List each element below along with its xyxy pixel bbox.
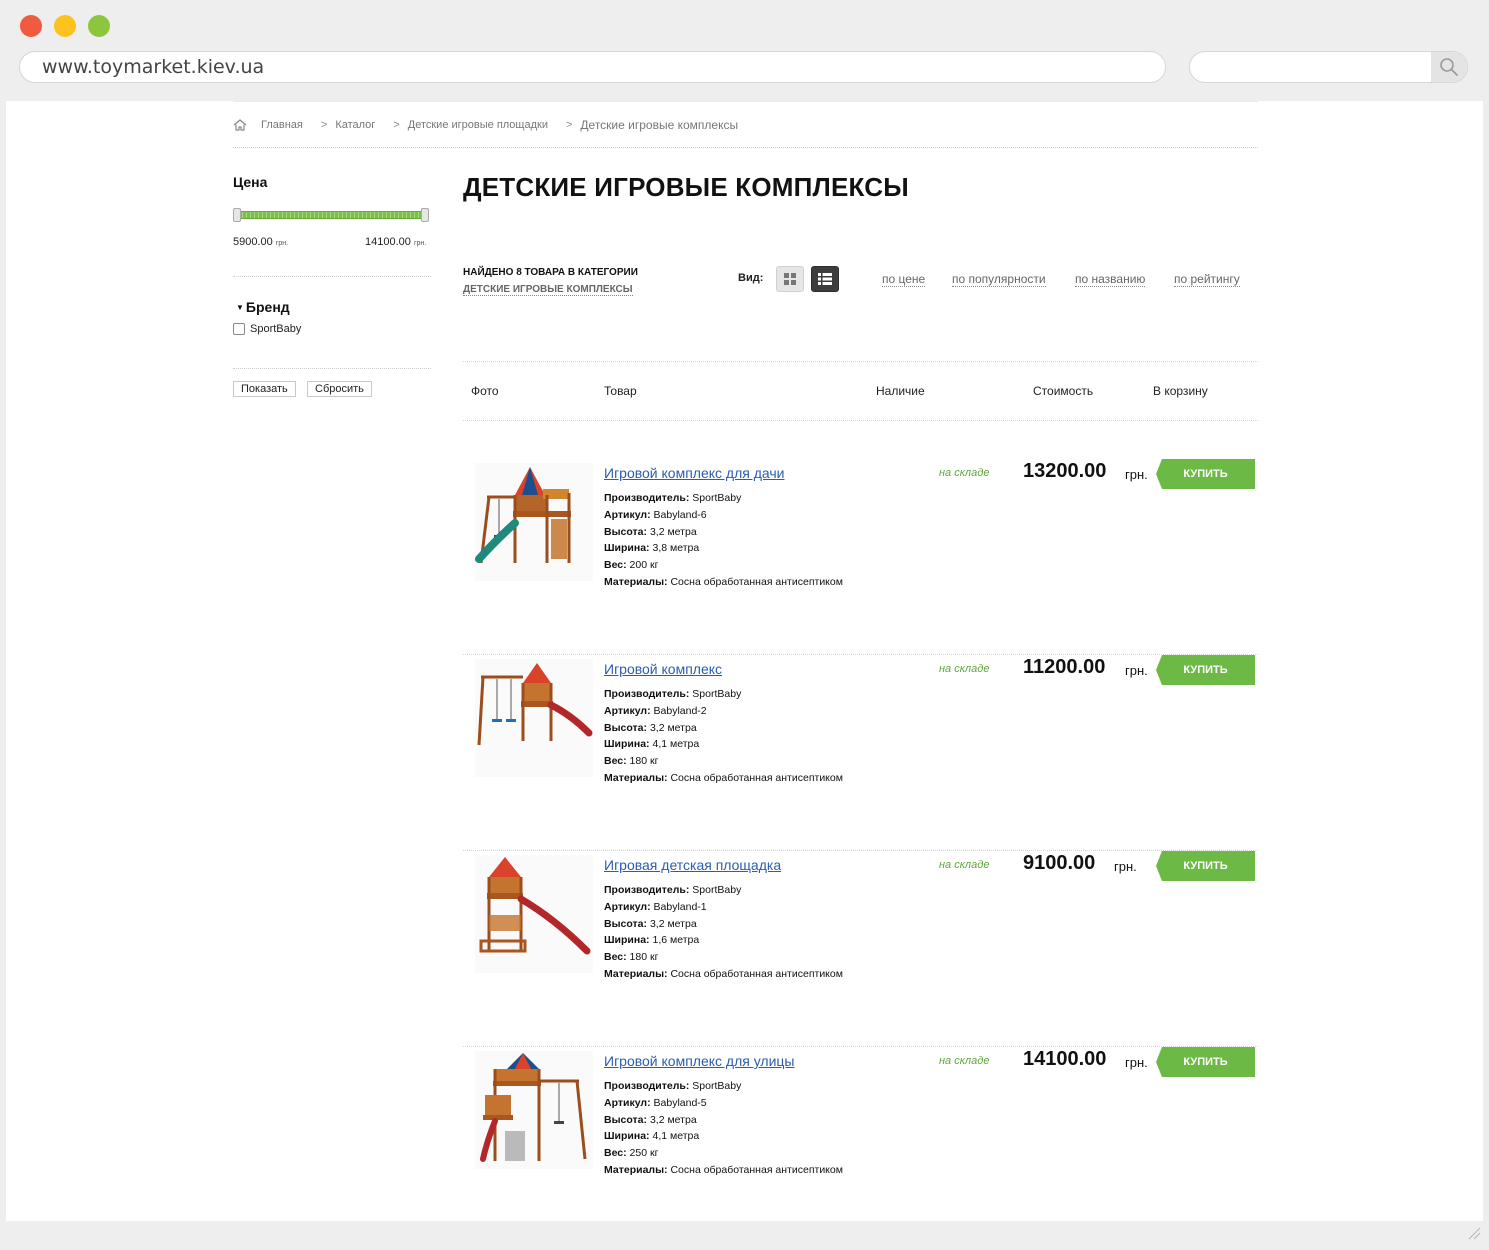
home-icon[interactable] <box>233 119 247 131</box>
table-header-divider <box>463 420 1258 421</box>
product-specs: Производитель: SportBaby Артикул: Babyla… <box>604 688 843 784</box>
brand-filter-title[interactable]: ▼ Бренд <box>236 299 290 315</box>
column-header-product: Товар <box>604 384 637 398</box>
sort-by-popularity[interactable]: по популярности <box>952 272 1046 287</box>
price-filter-title: Цена <box>233 174 268 190</box>
stock-status: на складе <box>939 663 990 675</box>
price-min-handle[interactable] <box>233 208 241 222</box>
product-image[interactable] <box>475 855 593 973</box>
product-row: Игровой комплекс для дачи Производитель:… <box>463 459 1258 655</box>
product-image[interactable] <box>475 659 593 777</box>
product-name-link[interactable]: Игровой комплекс для улицы <box>604 1053 795 1069</box>
breadcrumb-separator: > <box>320 119 328 131</box>
minimize-window-button[interactable] <box>54 15 76 37</box>
price-currency: грн. <box>1125 663 1148 678</box>
stock-status: на складе <box>939 1055 990 1067</box>
product-specs: Производитель: SportBaby Артикул: Babyla… <box>604 1080 843 1176</box>
stock-status: на складе <box>939 467 990 479</box>
product-row: Игровой комплекс Производитель: SportBab… <box>463 655 1258 851</box>
product-price: 14100.00 <box>1023 1048 1107 1070</box>
show-button[interactable]: Показать <box>233 381 296 397</box>
window-controls <box>20 15 110 37</box>
top-divider <box>233 101 1258 102</box>
brand-checkbox[interactable] <box>233 323 245 335</box>
page-content: Главная > Каталог > Детские игровые площ… <box>233 101 1258 1221</box>
found-category-link[interactable]: ДЕТСКИЕ ИГРОВЫЕ КОМПЛЕКСЫ <box>463 284 633 296</box>
buy-button[interactable]: КУПИТЬ <box>1156 459 1255 489</box>
close-window-button[interactable] <box>20 15 42 37</box>
price-max-value: 14100.00 грн. <box>365 236 427 248</box>
search-button[interactable] <box>1431 52 1467 82</box>
browser-search-field[interactable] <box>1189 51 1468 83</box>
resize-grip-icon[interactable] <box>1467 1226 1481 1240</box>
product-name-link[interactable]: Игровой комплекс для дачи <box>604 465 785 481</box>
product-name-link[interactable]: Игровая детская площадка <box>604 857 781 873</box>
list-icon <box>818 273 832 285</box>
buy-button[interactable]: КУПИТЬ <box>1156 1047 1255 1077</box>
view-label: Вид: <box>738 272 764 284</box>
product-image[interactable] <box>475 463 593 581</box>
product-specs: Производитель: SportBaby Артикул: Babyla… <box>604 884 843 980</box>
grid-view-button[interactable] <box>776 266 804 292</box>
breadcrumb-home[interactable]: Главная <box>261 119 303 131</box>
sidebar-divider <box>233 276 431 277</box>
column-header-cart: В корзину <box>1153 384 1208 398</box>
breadcrumb-catalog[interactable]: Каталог <box>335 119 375 131</box>
stock-status: на складе <box>939 859 990 871</box>
breadcrumb-playgrounds[interactable]: Детские игровые площадки <box>408 119 548 131</box>
breadcrumb-separator: > <box>565 119 573 131</box>
product-row: Игровая детская площадка Производитель: … <box>463 851 1258 1047</box>
product-price: 11200.00 <box>1023 656 1106 678</box>
price-currency: грн. <box>1125 1055 1148 1070</box>
price-max-handle[interactable] <box>421 208 429 222</box>
brand-option-label: SportBaby <box>250 323 302 335</box>
brand-option-sportbaby[interactable]: SportBaby <box>233 323 301 335</box>
sidebar-divider <box>233 368 431 369</box>
product-name-link[interactable]: Игровой комплекс <box>604 661 722 677</box>
column-header-availability: Наличие <box>876 384 925 398</box>
reset-button[interactable]: Сбросить <box>307 381 372 397</box>
breadcrumb-separator: > <box>393 119 400 131</box>
column-header-price: Стоимость <box>1033 384 1094 398</box>
maximize-window-button[interactable] <box>88 15 110 37</box>
column-header-photo: Фото <box>471 384 499 398</box>
product-specs: Производитель: SportBaby Артикул: Babyla… <box>604 492 843 588</box>
found-count: НАЙДЕНО 8 ТОВАРА В КАТЕГОРИИ <box>463 267 638 278</box>
price-currency: грн. <box>1125 467 1148 482</box>
price-range-slider[interactable] <box>233 208 429 222</box>
search-icon <box>1440 58 1458 76</box>
sort-by-name[interactable]: по названию <box>1075 272 1146 287</box>
price-currency: грн. <box>1114 859 1137 874</box>
product-image[interactable] <box>475 1051 593 1169</box>
caret-down-icon: ▼ <box>236 303 244 312</box>
price-min-value: 5900.00 грн. <box>233 236 289 248</box>
address-bar[interactable]: www.toymarket.kiev.ua <box>19 51 1166 83</box>
breadcrumb: Главная > Каталог > Детские игровые площ… <box>233 118 738 132</box>
grid-icon <box>784 273 796 285</box>
buy-button[interactable]: КУПИТЬ <box>1156 851 1255 881</box>
price-range-track <box>237 211 425 219</box>
sort-by-rating[interactable]: по рейтингу <box>1174 272 1240 287</box>
product-price: 13200.00 <box>1023 460 1107 482</box>
product-row: Игровой комплекс для улицы Производитель… <box>463 1047 1258 1221</box>
table-top-divider <box>463 361 1258 362</box>
breadcrumb-divider <box>233 147 1258 148</box>
buy-button[interactable]: КУПИТЬ <box>1156 655 1255 685</box>
page-title: ДЕТСКИЕ ИГРОВЫЕ КОМПЛЕКСЫ <box>463 172 909 202</box>
web-page: Главная > Каталог > Детские игровые площ… <box>6 101 1483 1221</box>
list-view-button[interactable] <box>811 266 839 292</box>
product-price: 9100.00 <box>1023 852 1096 874</box>
breadcrumb-current: Детские игровые комплексы <box>580 118 739 132</box>
sort-by-price[interactable]: по цене <box>882 272 926 287</box>
